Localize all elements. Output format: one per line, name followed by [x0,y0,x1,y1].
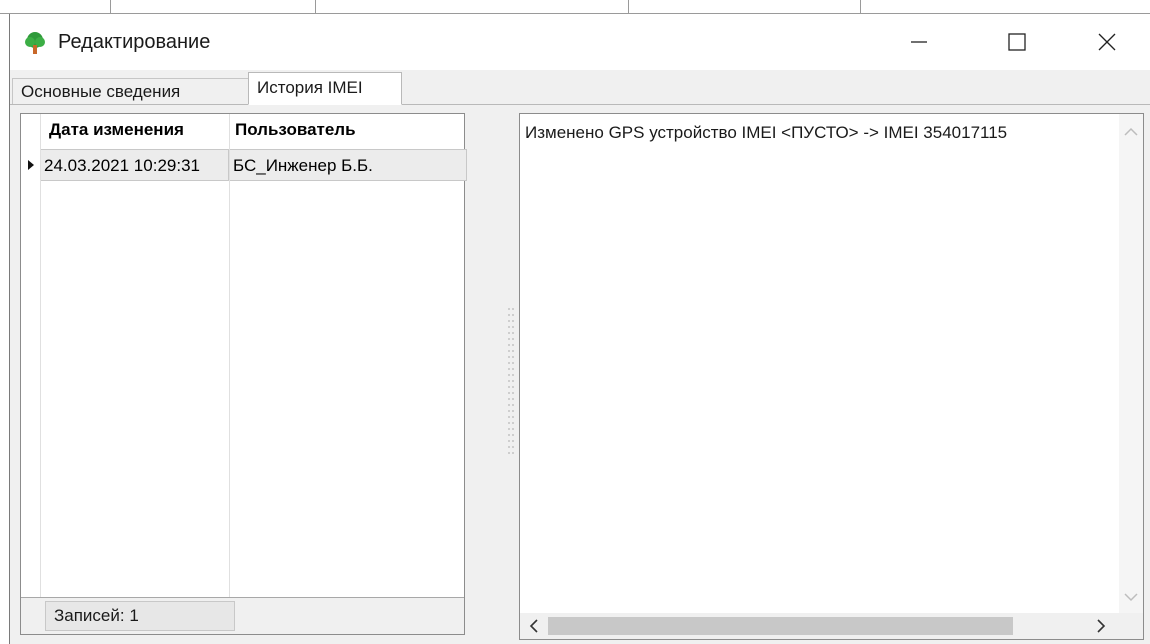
column-header-date[interactable]: Дата изменения [49,114,184,144]
scroll-left-icon[interactable] [526,618,542,634]
details-text-area[interactable]: Изменено GPS устройство IMEI <ПУСТО> -> … [520,114,1119,613]
background-grid-line [860,0,861,13]
change-details-panel[interactable]: Изменено GPS устройство IMEI <ПУСТО> -> … [519,113,1144,640]
table-row[interactable]: 24.03.2021 10:29:31 БС_Инженер Б.Б. [21,149,467,181]
background-grid-line [315,0,316,13]
close-button[interactable] [1072,14,1142,70]
maximize-icon [1008,33,1026,51]
vertical-scrollbar[interactable] [1119,114,1143,613]
grid-header: Дата изменения Пользователь [21,114,464,144]
background-grid-line [110,0,111,13]
edit-dialog: Редактирование Основные сведения История… [9,14,1150,644]
cell-user[interactable]: БС_Инженер Б.Б. [229,149,467,181]
minimize-button[interactable] [884,14,954,70]
window-title: Редактирование [58,31,211,53]
panel-splitter[interactable] [507,306,515,461]
maximize-button[interactable] [982,14,1052,70]
row-pointer-icon [21,149,40,181]
grid-footer: Записей: 1 [21,597,464,634]
scroll-up-icon[interactable] [1123,124,1139,140]
tree-icon [22,30,48,56]
details-text: Изменено GPS устройство IMEI <ПУСТО> -> … [525,123,1008,142]
scroll-down-icon[interactable] [1123,589,1139,605]
scroll-right-icon[interactable] [1093,618,1109,634]
cell-date[interactable]: 24.03.2021 10:29:31 [40,149,229,181]
grid-column-divider [40,114,41,600]
scrollbar-corner [1119,613,1143,639]
horizontal-scroll-thumb[interactable] [548,617,1013,635]
title-bar[interactable]: Редактирование [10,14,1150,70]
tab-main-info[interactable]: Основные сведения [12,78,250,104]
history-grid[interactable]: Дата изменения Пользователь 24.03.2021 1… [20,113,467,635]
records-count: Записей: 1 [45,601,235,631]
minimize-icon [911,41,927,43]
background-grid-line [628,0,629,13]
tab-strip-divider [10,104,1150,105]
close-icon [1098,33,1116,51]
horizontal-scrollbar[interactable] [520,613,1119,639]
column-header-user[interactable]: Пользователь [235,114,356,144]
grid-column-divider [229,114,230,600]
tab-imei-history[interactable]: История IMEI [248,72,402,105]
